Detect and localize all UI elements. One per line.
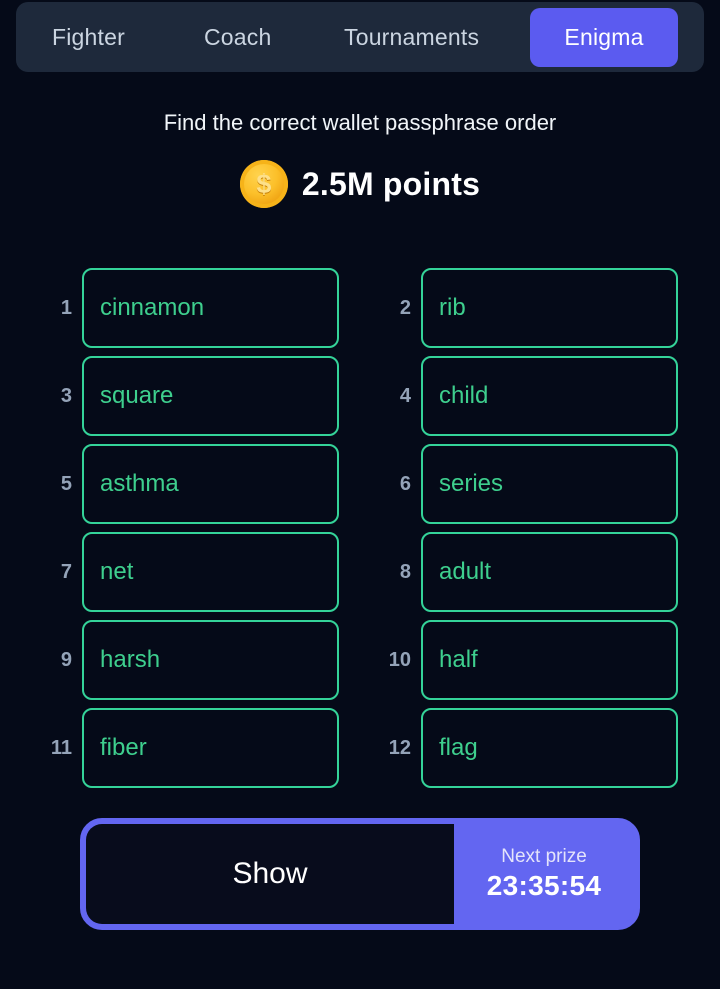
word-slot-9[interactable]: 9 harsh xyxy=(46,620,339,700)
word-box[interactable]: rib xyxy=(421,268,678,348)
grid-row: 5 asthma 6 series xyxy=(0,444,720,532)
next-prize-timer: 23:35:54 xyxy=(486,870,602,901)
grid-row: 7 net 8 adult xyxy=(0,532,720,620)
word-slot-4[interactable]: 4 child xyxy=(385,356,678,436)
grid-row: 9 harsh 10 half xyxy=(0,620,720,708)
word-text: series xyxy=(439,470,504,497)
word-text: net xyxy=(100,558,134,585)
word-text: cinnamon xyxy=(100,294,205,321)
word-number: 8 xyxy=(399,560,411,583)
word-box[interactable]: net xyxy=(82,532,339,612)
word-text: harsh xyxy=(100,646,161,673)
word-slot-12[interactable]: 12 flag xyxy=(385,708,678,788)
word-text: child xyxy=(439,382,489,409)
show-button[interactable]: Show xyxy=(86,824,454,924)
nav-tab-enigma[interactable]: Enigma xyxy=(530,8,678,67)
word-number: 5 xyxy=(60,472,72,495)
word-text: half xyxy=(439,646,478,673)
word-box[interactable]: fiber xyxy=(82,708,339,788)
coin-glyph: $ xyxy=(256,168,272,199)
word-slot-7[interactable]: 7 net xyxy=(46,532,339,612)
page-subtitle: Find the correct wallet passphrase order xyxy=(163,110,557,135)
word-number: 10 xyxy=(388,648,411,671)
points-display: $ 2.5M points xyxy=(0,160,720,208)
action-bar: Show Next prize 23:35:54 xyxy=(80,818,640,930)
word-number: 9 xyxy=(60,648,72,671)
word-number: 6 xyxy=(399,472,411,495)
word-slot-10[interactable]: 10 half xyxy=(385,620,678,700)
word-box[interactable]: flag xyxy=(421,708,678,788)
word-number: 2 xyxy=(399,296,411,319)
word-box[interactable]: series xyxy=(421,444,678,524)
coin-dollar-icon: $ xyxy=(239,160,288,208)
next-prize-label: Next prize xyxy=(501,846,587,867)
word-number: 11 xyxy=(50,736,72,759)
word-number: 7 xyxy=(60,560,72,583)
word-number: 1 xyxy=(60,296,72,319)
word-box[interactable]: adult xyxy=(421,532,678,612)
nav-tab-coach[interactable]: Coach xyxy=(204,24,271,51)
enigma-page: Fighter Coach Tournaments Enigma Find th… xyxy=(0,0,720,989)
word-box[interactable]: harsh xyxy=(82,620,339,700)
word-slot-1[interactable]: 1 cinnamon xyxy=(46,268,339,348)
nav-tab-tournaments[interactable]: Tournaments xyxy=(344,24,479,51)
word-slot-3[interactable]: 3 square xyxy=(46,356,339,436)
word-number: 12 xyxy=(388,736,411,759)
word-text: fiber xyxy=(100,734,147,761)
next-prize-panel[interactable]: Next prize 23:35:54 xyxy=(454,824,634,924)
grid-row: 1 cinnamon 2 rib xyxy=(0,268,720,356)
word-slot-2[interactable]: 2 rib xyxy=(385,268,678,348)
points-value: 2.5M points xyxy=(301,165,481,202)
word-slot-6[interactable]: 6 series xyxy=(385,444,678,524)
nav-tab-fighter[interactable]: Fighter xyxy=(52,24,125,51)
passphrase-grid: 1 cinnamon 2 rib 3 square 4 child 5 asth… xyxy=(0,268,720,796)
word-slot-5[interactable]: 5 asthma xyxy=(46,444,339,524)
word-text: adult xyxy=(439,558,492,585)
word-number: 3 xyxy=(60,384,72,407)
main-navigation: Fighter Coach Tournaments Enigma xyxy=(16,2,704,72)
word-slot-11[interactable]: 11 fiber xyxy=(46,708,339,788)
word-number: 4 xyxy=(399,384,411,407)
word-box[interactable]: half xyxy=(421,620,678,700)
word-text: flag xyxy=(439,734,478,761)
word-text: square xyxy=(100,382,174,409)
word-text: rib xyxy=(439,294,466,321)
grid-row: 3 square 4 child xyxy=(0,356,720,444)
grid-row: 11 fiber 12 flag xyxy=(0,708,720,796)
word-box[interactable]: square xyxy=(82,356,339,436)
word-text: asthma xyxy=(100,470,179,497)
word-box[interactable]: child xyxy=(421,356,678,436)
word-box[interactable]: cinnamon xyxy=(82,268,339,348)
word-slot-8[interactable]: 8 adult xyxy=(385,532,678,612)
word-box[interactable]: asthma xyxy=(82,444,339,524)
